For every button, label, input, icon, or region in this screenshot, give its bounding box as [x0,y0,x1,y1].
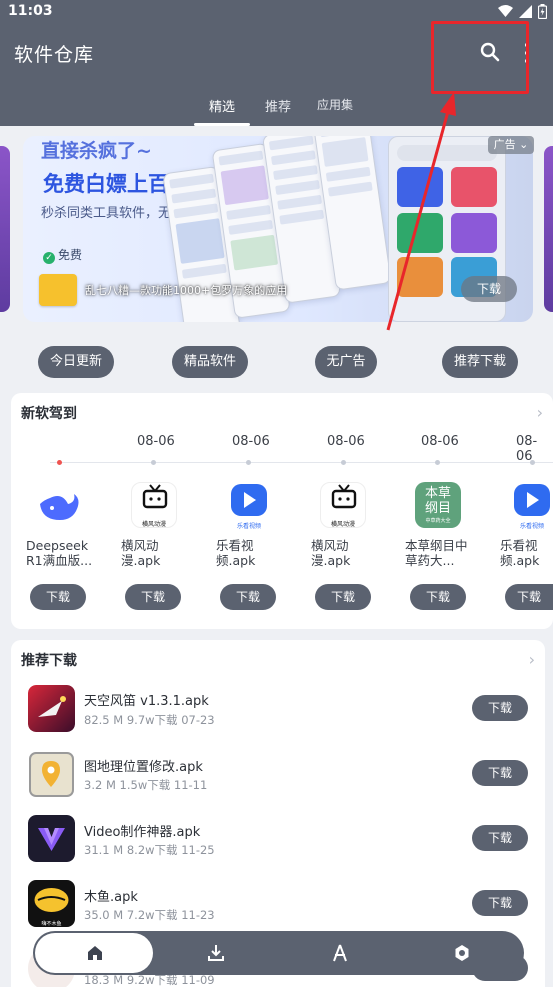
quick-link-recommend[interactable]: 推荐下载 [442,346,518,378]
timeline-date: 08-06 [232,434,270,449]
app-name[interactable]: 横风动漫.apk [121,538,167,568]
ad-label: 广告 [493,138,516,151]
highlight-box [431,21,529,94]
tv-app-icon[interactable]: 横风动漫 [320,482,366,528]
app-name[interactable]: 乐看视频.apk [216,538,260,568]
icon-caption: 中草药大全 [425,518,451,524]
timeline-dot [341,460,346,465]
status-time: 11:03 [8,3,53,19]
map-pin-app-icon[interactable] [28,751,75,798]
wooden-fish-icon [34,888,69,912]
download-button[interactable]: 下载 [472,760,528,786]
tab-bar: 精选 推荐 应用集 [0,94,553,126]
banner-headline-top: 直接杀疯了~ [41,140,152,162]
chevron-right-icon[interactable]: › [537,403,543,422]
play-icon [514,484,550,516]
timeline-dot [435,460,440,465]
banner-feature-1: ✓ 免费 [43,246,82,264]
app-name[interactable]: Deepseek R1满血版... [26,538,96,568]
timeline-dot [57,460,62,465]
download-button[interactable]: 下载 [315,584,371,610]
banner-download-button[interactable]: 下载 [461,276,517,302]
timeline-dot [530,460,535,465]
wifi-icon [498,5,513,17]
icon-caption: 乐看视频 [519,523,544,530]
play-icon [231,484,267,516]
check-icon: ✓ [43,252,55,264]
settings-icon[interactable] [452,943,472,963]
tab-collections[interactable]: 应用集 [317,96,353,113]
feature-label: 免费 [58,248,83,262]
signal-icon [519,5,532,18]
download-button[interactable]: 下载 [472,890,528,916]
app-name[interactable]: 本草纲目中草药大... [405,538,471,568]
timeline-date: 08-06 [137,434,175,449]
app-title[interactable]: 木鱼.apk [84,886,138,905]
app-meta: 82.5 M 9.7w下载 07-23 [84,713,215,727]
icon-text: 本草纲目 [424,486,451,516]
folder-icon [39,274,77,306]
download-icon[interactable] [206,943,226,963]
home-icon [88,946,102,960]
herbal-app-icon[interactable]: 本草纲目 中草药大全 [415,482,461,528]
lekan-video-icon[interactable]: 乐看视频 [226,482,272,530]
tab-recommended[interactable]: 推荐 [265,96,291,115]
app-meta: 31.1 M 8.2w下载 11-25 [84,843,215,857]
sky-flute-app-icon[interactable] [28,685,75,732]
download-button[interactable]: 下载 [30,584,86,610]
app-store-icon[interactable] [330,943,350,963]
app-name[interactable]: 横风动漫.apk [311,538,357,568]
app-title[interactable]: Video制作神器.apk [84,821,200,840]
nav-home-tab[interactable] [35,933,153,973]
video-maker-app-icon[interactable] [28,815,75,862]
app-name[interactable]: 乐看视频.apk [500,538,544,568]
new-apps-card: 新软驾到 › [11,393,553,629]
banner-prev-peek[interactable] [0,146,10,312]
banner-caption: 乱七八糟—款功能1000+包罗万象的应用 [85,284,288,297]
download-button[interactable]: 下载 [505,584,553,610]
app-title[interactable]: 图地理位置修改.apk [84,756,203,775]
banner-next-peek[interactable] [544,146,553,312]
download-button[interactable]: 下载 [220,584,276,610]
tv-icon [142,484,168,509]
status-icons [498,4,547,19]
quick-link-no-ads[interactable]: 无广告 [315,346,377,378]
timeline-date: 08-06 [327,434,365,449]
timeline-date: 08-06 [421,434,459,449]
icon-caption: 横风动漫 [330,521,355,528]
download-button[interactable]: 下载 [472,825,528,851]
lekan-video-icon[interactable]: 乐看视频 [509,482,553,530]
deepseek-whale-icon[interactable] [36,482,82,528]
app-title[interactable]: 天空风笛 v1.3.1.apk [84,690,209,709]
bottom-nav [33,931,524,975]
download-button[interactable]: 下载 [410,584,466,610]
tv-app-icon[interactable]: 横风动漫 [131,482,177,528]
download-button[interactable]: 下载 [472,695,528,721]
timeline-date: 08-06 [516,434,538,464]
app-meta: 35.0 M 7.2w下载 11-23 [84,908,215,922]
icon-caption: 横风动漫 [141,521,166,528]
battery-icon [538,4,547,19]
section-title: 推荐下载 [21,653,77,669]
wooden-fish-app-icon[interactable]: 嗨不木鱼 [28,880,75,927]
app-meta: 3.2 M 1.5w下载 11-11 [84,778,208,792]
icon-caption: 乐看视频 [236,523,261,530]
chevron-right-icon[interactable]: › [529,650,535,669]
timeline-line [50,462,553,463]
download-button[interactable]: 下载 [125,584,181,610]
quick-link-today[interactable]: 今日更新 [38,346,114,378]
tab-featured[interactable]: 精选 [209,96,235,115]
timeline-dot [151,460,156,465]
tv-icon [331,484,357,509]
timeline-dot [246,460,251,465]
icon-caption: 嗨不木鱼 [41,921,62,927]
annotation-arrow [386,92,456,331]
page-title: 软件仓库 [14,44,95,66]
ad-badge[interactable]: 广告 ⌄ [488,136,534,154]
quick-link-premium[interactable]: 精品软件 [172,346,248,378]
tab-indicator [194,123,250,126]
section-title: 新软驾到 [21,406,77,422]
